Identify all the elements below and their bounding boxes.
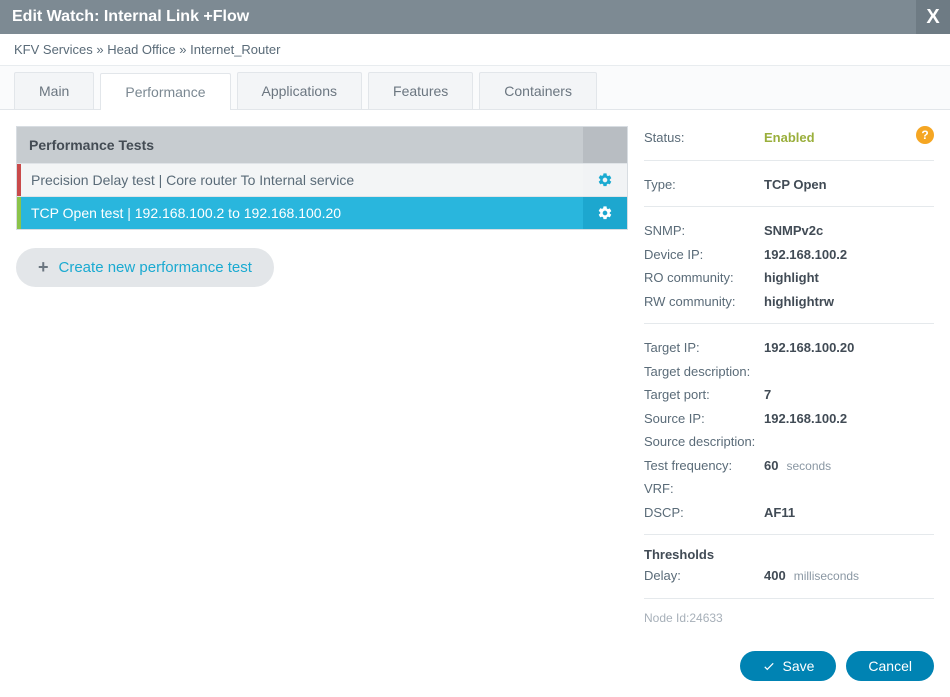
source-ip-label: Source IP: (644, 409, 764, 429)
snmp-value: SNMPv2c (764, 221, 934, 241)
device-ip-label: Device IP: (644, 245, 764, 265)
tests-header-actions (583, 127, 627, 163)
node-id: Node Id:24633 (644, 611, 934, 625)
tests-header-label: Performance Tests (17, 127, 583, 163)
delay-label: Delay: (644, 566, 764, 586)
target-desc-label: Target description: (644, 362, 764, 382)
ro-community-label: RO community: (644, 268, 764, 288)
snmp-label: SNMP: (644, 221, 764, 241)
test-freq-label: Test frequency: (644, 456, 764, 476)
test-row-settings-button[interactable] (583, 197, 627, 229)
vrf-label: VRF: (644, 479, 764, 499)
create-test-button[interactable]: + Create new performance test (16, 248, 274, 287)
title-bar: Edit Watch: Internal Link +Flow X (0, 0, 950, 34)
target-port-value: 7 (764, 385, 934, 405)
test-row-settings-button[interactable] (583, 164, 627, 196)
thresholds-heading: Thresholds (644, 547, 934, 562)
breadcrumb-item[interactable]: Internet_Router (190, 42, 280, 57)
test-row[interactable]: Precision Delay test | Core router To In… (17, 163, 627, 196)
breadcrumb-item[interactable]: Head Office (107, 42, 175, 57)
help-button[interactable]: ? (916, 126, 934, 144)
status-label: Status: (644, 128, 764, 148)
vrf-value (764, 479, 934, 499)
rw-community-value: highlightrw (764, 292, 934, 312)
gear-icon (597, 205, 613, 221)
dialog-title: Edit Watch: Internal Link +Flow (12, 8, 249, 26)
status-value: Enabled (764, 128, 934, 148)
create-test-label: Create new performance test (59, 259, 252, 276)
tab-main[interactable]: Main (14, 72, 94, 109)
test-row-selected[interactable]: TCP Open test | 192.168.100.2 to 192.168… (17, 196, 627, 229)
dialog-footer: Save Cancel (0, 641, 950, 697)
target-ip-value: 192.168.100.20 (764, 338, 934, 358)
dscp-value: AF11 (764, 503, 934, 523)
source-desc-label: Source description: (644, 432, 764, 452)
ms-unit: milliseconds (794, 569, 859, 583)
tab-features[interactable]: Features (368, 72, 473, 109)
ro-community-value: highlight (764, 268, 934, 288)
device-ip-value: 192.168.100.2 (764, 245, 934, 265)
target-ip-label: Target IP: (644, 338, 764, 358)
test-freq-value: 60seconds (764, 456, 934, 476)
tab-bar: Main Performance Applications Features C… (0, 66, 950, 110)
tests-panel: Performance Tests Precision Delay test |… (16, 126, 628, 625)
type-value: TCP Open (764, 175, 934, 195)
gear-icon (597, 172, 613, 188)
cancel-button[interactable]: Cancel (846, 651, 934, 681)
save-label: Save (782, 658, 814, 674)
test-row-label: Precision Delay test | Core router To In… (21, 164, 583, 196)
close-button[interactable]: X (916, 0, 950, 34)
close-icon: X (926, 6, 939, 29)
tab-performance[interactable]: Performance (100, 73, 230, 110)
dscp-label: DSCP: (644, 503, 764, 523)
target-desc-value (764, 362, 934, 382)
source-desc-value (764, 432, 934, 452)
seconds-unit: seconds (786, 459, 831, 473)
tab-applications[interactable]: Applications (237, 72, 363, 109)
help-icon: ? (921, 128, 928, 142)
source-ip-value: 192.168.100.2 (764, 409, 934, 429)
test-row-label: TCP Open test | 192.168.100.2 to 192.168… (21, 197, 583, 229)
check-icon (762, 659, 776, 673)
cancel-label: Cancel (868, 658, 912, 674)
tests-table-header: Performance Tests (17, 127, 627, 163)
tab-containers[interactable]: Containers (479, 72, 597, 109)
plus-icon: + (38, 257, 49, 278)
breadcrumb: KFV Services » Head Office » Internet_Ro… (0, 34, 950, 66)
delay-value: 400milliseconds (764, 566, 934, 586)
rw-community-label: RW community: (644, 292, 764, 312)
details-panel: ? Status: Enabled Type: TCP Open SNMP:SN… (644, 126, 934, 625)
target-port-label: Target port: (644, 385, 764, 405)
type-label: Type: (644, 175, 764, 195)
breadcrumb-item[interactable]: KFV Services (14, 42, 93, 57)
save-button[interactable]: Save (740, 651, 836, 681)
